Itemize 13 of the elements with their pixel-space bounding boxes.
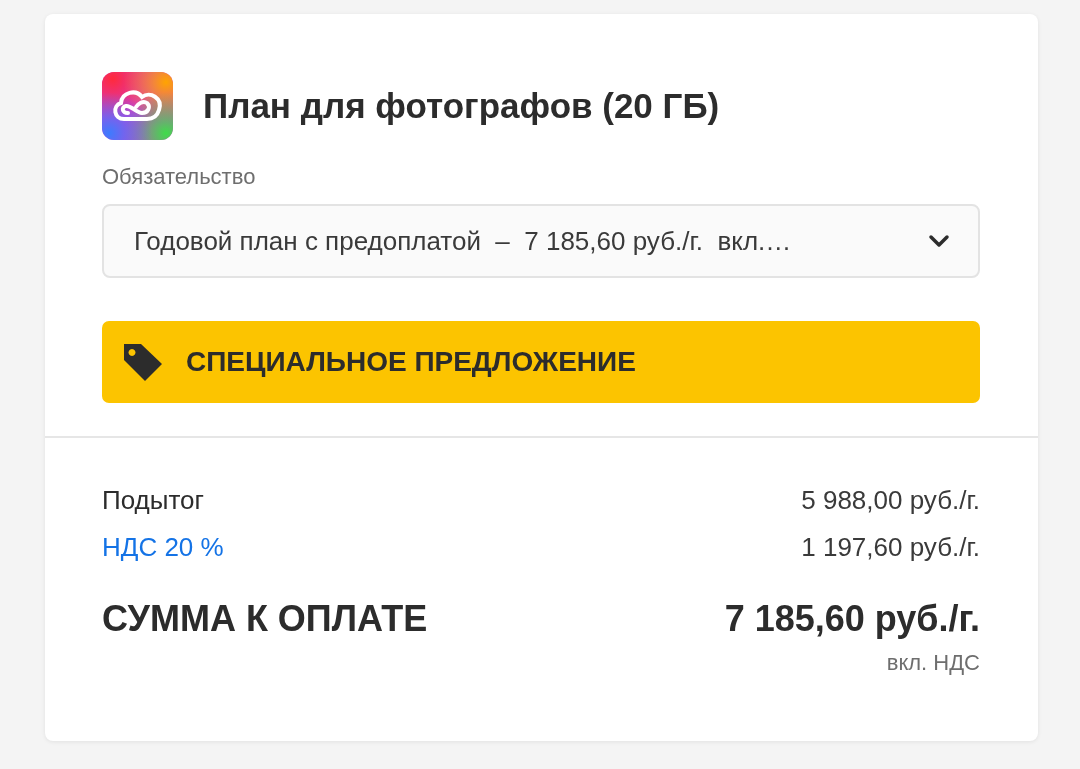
offer-text: СПЕЦИАЛЬНОЕ ПРЕДЛОЖЕНИЕ <box>186 346 636 378</box>
plan-title: План для фотографов (20 ГБ) <box>203 86 720 126</box>
summary-amount: 5 988,00 руб./г. <box>801 484 980 516</box>
commitment-label: Обязательство <box>102 163 256 191</box>
total-amount: 7 185,60 руб./г. <box>724 598 980 640</box>
vat-note: вкл. НДС <box>886 650 980 676</box>
tag-icon <box>122 342 164 382</box>
chevron-down-icon <box>928 234 950 248</box>
summary-label: Подытог <box>102 484 204 516</box>
summary-amount: 1 197,60 руб./г. <box>801 531 980 563</box>
total-label: СУММА К ОПЛАТЕ <box>102 598 428 640</box>
vat-link[interactable]: НДС 20 % <box>102 531 224 563</box>
commitment-select[interactable]: Годовой план с предоплатой – 7 185,60 руб./г. вкл.… <box>102 204 980 278</box>
